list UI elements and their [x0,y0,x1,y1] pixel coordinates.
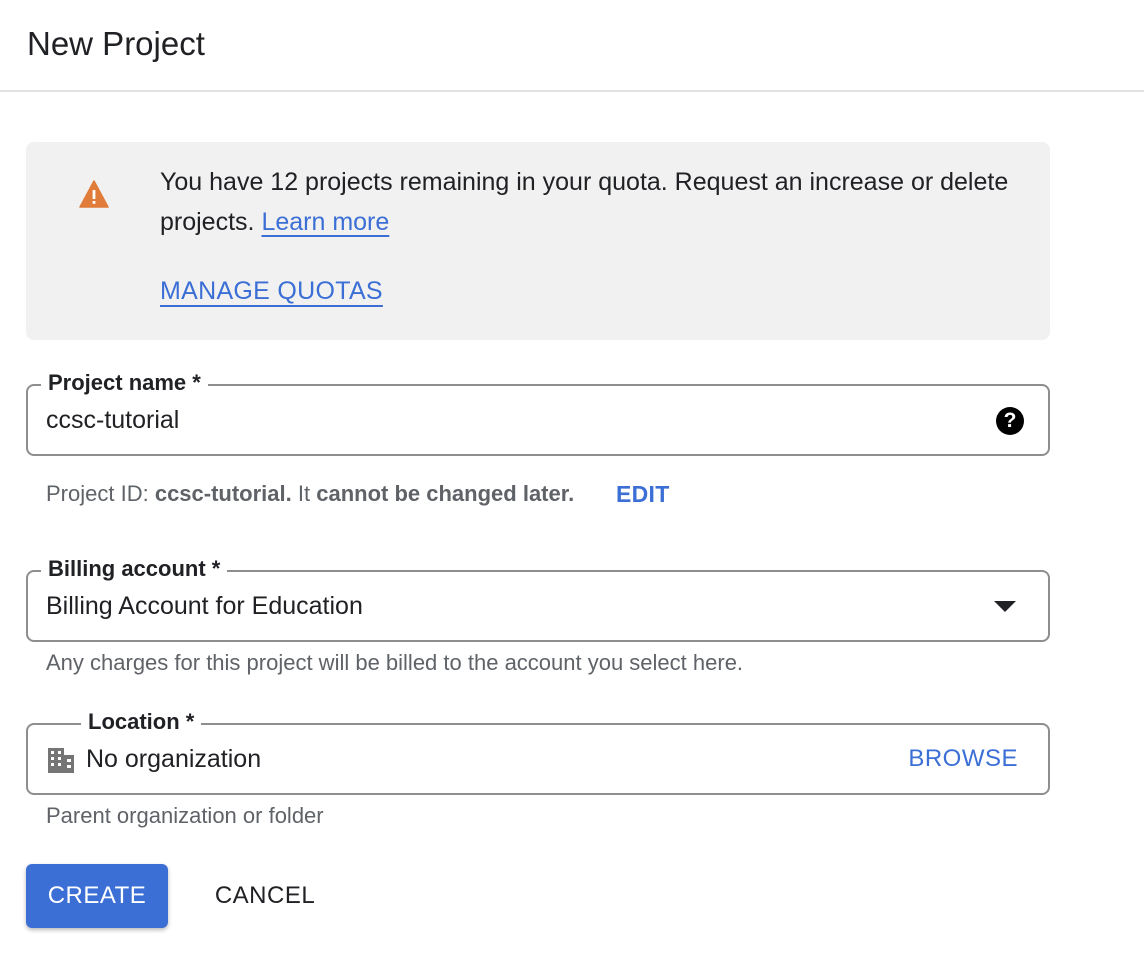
building-icon [48,748,74,773]
location-value: No organization [86,745,262,773]
edit-project-id-button[interactable]: EDIT [616,479,670,509]
project-id-prefix: Project ID: [46,481,149,506]
location-label: Location * [81,707,202,737]
learn-more-link[interactable]: Learn more [261,208,389,236]
project-name-label: Project name * [41,368,208,398]
project-name-input[interactable]: ccsc-tutorial [46,404,179,436]
dialog-header: New Project [0,0,1144,92]
location-helper-text: Parent organization or folder [46,803,324,828]
location-field[interactable]: Location * No organization BROWSE [26,707,1050,795]
billing-account-select[interactable]: Billing account * Billing Account for Ed… [26,554,1050,642]
cancel-button[interactable]: CANCEL [200,864,330,928]
project-id-middle: It [297,481,311,506]
project-id-helper: Project ID: ccsc-tutorial. It cannot be … [46,479,574,509]
project-name-field[interactable]: Project name * ccsc-tutorial ? [26,368,1050,456]
project-id-value: ccsc-tutorial. [154,481,292,506]
page-title: New Project [27,25,205,62]
dropdown-arrow-icon[interactable] [994,601,1016,612]
warning-icon [79,180,109,208]
billing-helper-text: Any charges for this project will be bil… [46,650,744,675]
billing-account-label: Billing account * [41,554,228,584]
browse-button[interactable]: BROWSE [908,743,1018,775]
quota-message: You have 12 projects remaining in your q… [160,162,1020,242]
project-id-suffix: cannot be changed later. [316,481,575,506]
create-button[interactable]: CREATE [26,864,168,928]
manage-quotas-link[interactable]: MANAGE QUOTAS [160,274,383,308]
billing-account-value: Billing Account for Education [46,592,363,620]
help-circle-icon[interactable]: ? [996,407,1024,435]
